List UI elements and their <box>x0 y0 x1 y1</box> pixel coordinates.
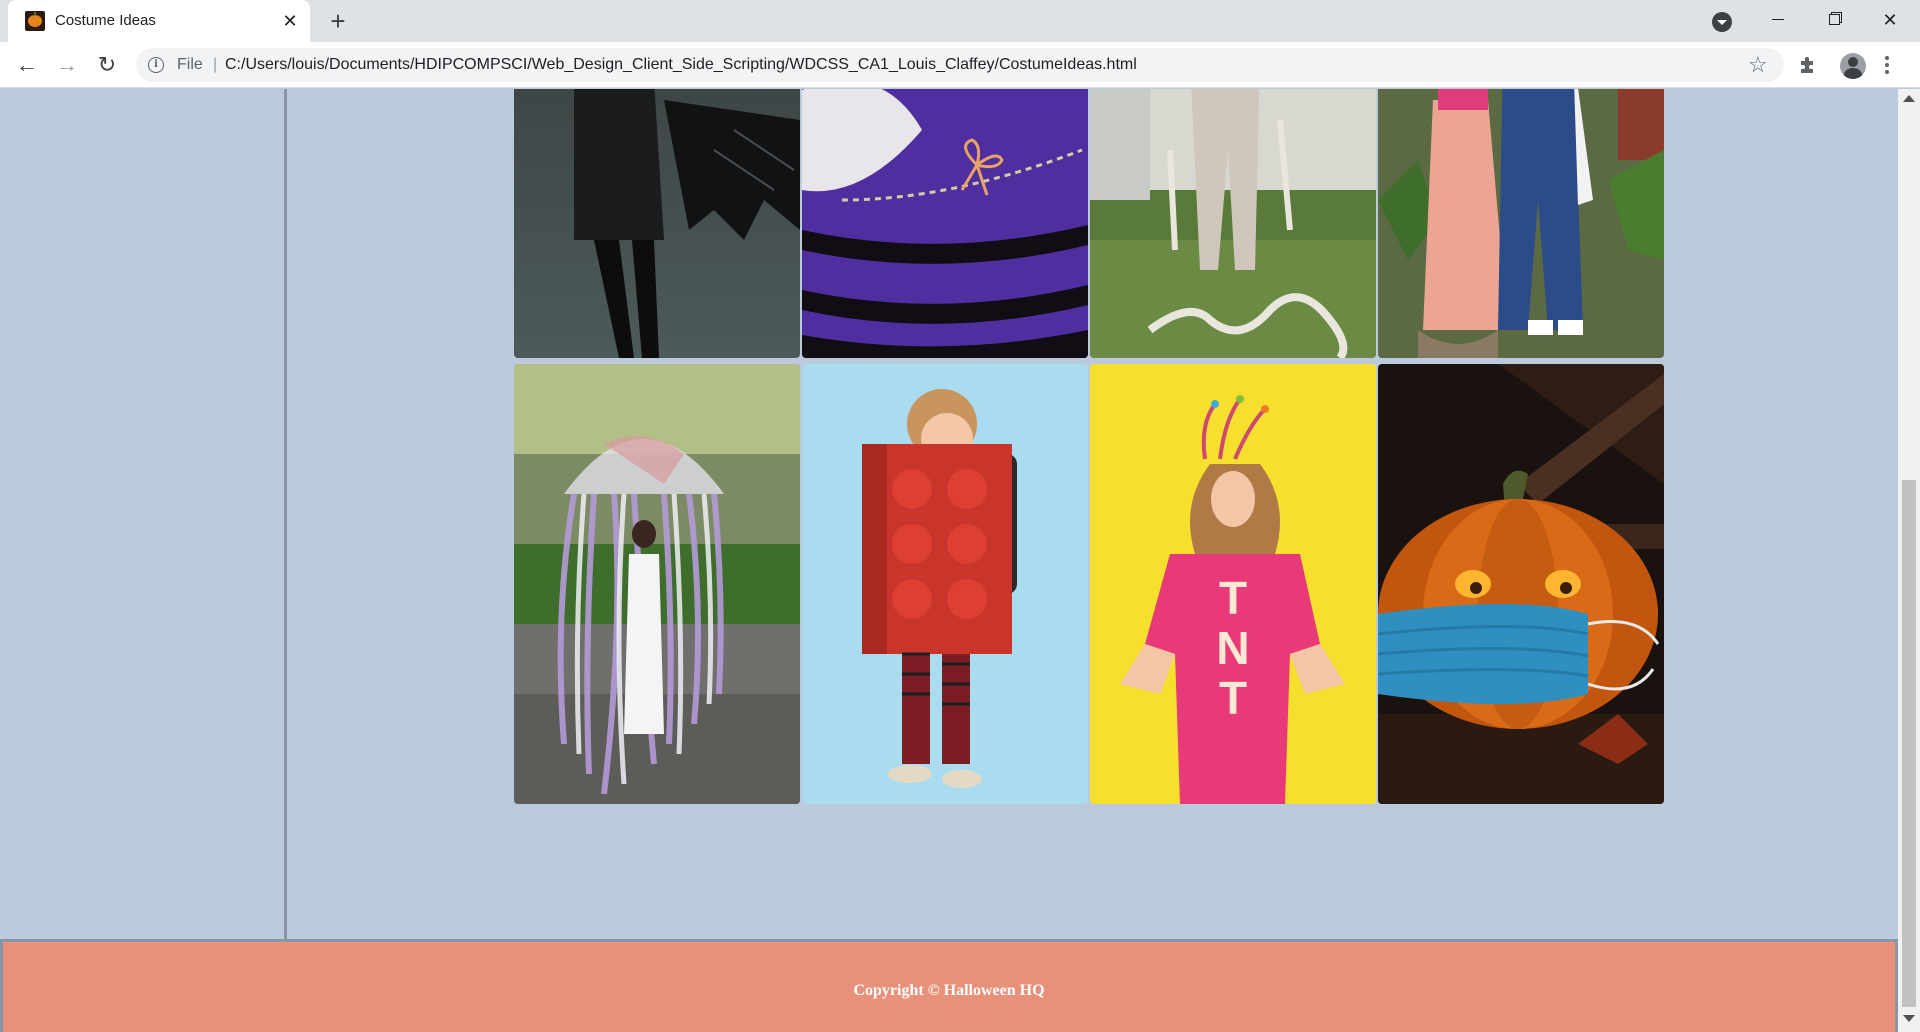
scroll-up-arrow-icon[interactable] <box>1903 95 1915 102</box>
restore-icon <box>1828 14 1840 26</box>
scroll-down-arrow-icon[interactable] <box>1903 1015 1915 1022</box>
lego-brick-costume-image <box>802 364 1088 804</box>
tab-search-icon[interactable] <box>1712 12 1732 32</box>
reload-button[interactable]: ↻ <box>91 49 123 81</box>
url-scheme-label: File <box>177 56 203 73</box>
tab-title: Costume Ideas <box>55 12 156 29</box>
mummy-costume-image <box>1090 89 1376 358</box>
costume-gallery: T N T <box>514 89 1666 804</box>
bookmark-star-icon[interactable]: ☆ <box>1748 52 1768 78</box>
browser-toolbar: ← → ↻ i File | C:/Users/louis/Documents/… <box>0 42 1920 88</box>
left-sidebar <box>0 89 287 939</box>
page-footer: Copyright © Halloween HQ <box>0 939 1898 1032</box>
jellyfish-umbrella-costume-image <box>514 364 800 804</box>
minimize-button[interactable] <box>1750 0 1806 40</box>
tnt-letter-n: N <box>1216 622 1249 674</box>
address-bar[interactable]: i File | C:/Users/louis/Documents/HDIPCO… <box>136 48 1784 82</box>
new-tab-button[interactable]: + <box>324 8 352 36</box>
tnt-letter-t1: T <box>1219 572 1247 624</box>
tnt-dress-costume-image: T N T <box>1090 364 1376 804</box>
page-viewport: T N T Copyright © Halloween HQ <box>0 89 1898 1032</box>
vertical-scrollbar[interactable] <box>1898 89 1920 1032</box>
back-button[interactable]: ← <box>11 49 43 81</box>
profile-avatar[interactable] <box>1840 53 1866 79</box>
url-separator: | <box>213 56 218 73</box>
tnt-letter-t2: T <box>1219 672 1247 724</box>
copyright-text: Copyright © Halloween HQ <box>853 982 1045 999</box>
tab-costume-ideas[interactable]: Costume Ideas ✕ <box>8 0 310 42</box>
tab-close-icon[interactable]: ✕ <box>278 9 302 33</box>
masked-pumpkin-image <box>1378 364 1664 804</box>
scroll-thumb[interactable] <box>1902 480 1916 1007</box>
minimize-icon <box>1772 19 1784 21</box>
bat-costume-image <box>514 89 800 358</box>
restore-button[interactable] <box>1806 0 1862 40</box>
couple-costume-image <box>1378 89 1664 358</box>
witch-knit-costume-image <box>802 89 1088 358</box>
info-icon[interactable]: i <box>148 57 164 73</box>
tab-strip: Costume Ideas ✕ + ✕ <box>0 0 1920 42</box>
window-close-button[interactable]: ✕ <box>1862 0 1918 40</box>
url-text[interactable]: C:/Users/louis/Documents/HDIPCOMPSCI/Web… <box>225 56 1137 74</box>
forward-button[interactable]: → <box>51 49 83 81</box>
pumpkin-favicon-icon <box>25 11 45 31</box>
extensions-puzzle-icon[interactable] <box>1798 55 1818 75</box>
more-menu-icon[interactable] <box>1884 53 1890 77</box>
